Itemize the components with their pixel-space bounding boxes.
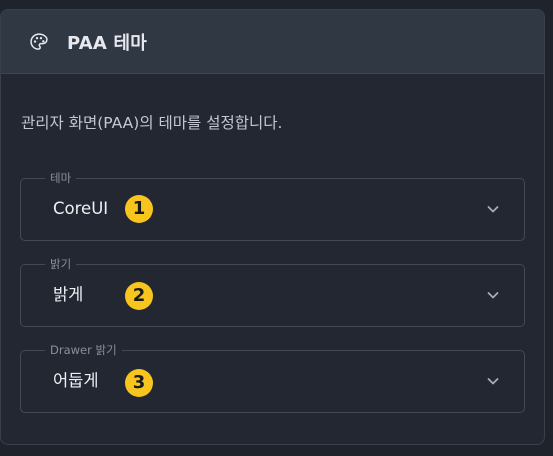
brightness-select[interactable]: 밝기 밝게 [20,257,525,327]
chevron-down-icon[interactable] [486,374,500,388]
drawer-brightness-select-label: Drawer 밝기 [45,343,122,358]
brightness-select-value: 밝게 [53,285,84,304]
card-body: 관리자 화면(PAA)의 테마를 설정합니다. [1,112,544,134]
annotation-badge-2: 2 [125,282,153,310]
theme-select-label: 테마 [45,171,77,186]
annotation-badge-3: 3 [125,369,153,397]
card-title: PAA 테마 [67,32,147,54]
drawer-brightness-select[interactable]: Drawer 밝기 어둡게 [20,343,525,413]
chevron-down-icon[interactable] [486,288,500,302]
chevron-down-icon[interactable] [486,202,500,216]
drawer-brightness-select-value: 어둡게 [53,371,99,390]
description-text: 관리자 화면(PAA)의 테마를 설정합니다. [21,114,283,132]
brightness-select-label: 밝기 [45,257,77,272]
card-header: PAA 테마 [1,10,544,74]
theme-select[interactable]: 테마 CoreUI [20,171,525,241]
palette-icon [30,32,48,50]
theme-select-value: CoreUI [53,199,109,218]
theme-settings-card: PAA 테마 관리자 화면(PAA)의 테마를 설정합니다. 테마 CoreUI… [0,9,545,445]
annotation-badge-1: 1 [125,195,153,223]
